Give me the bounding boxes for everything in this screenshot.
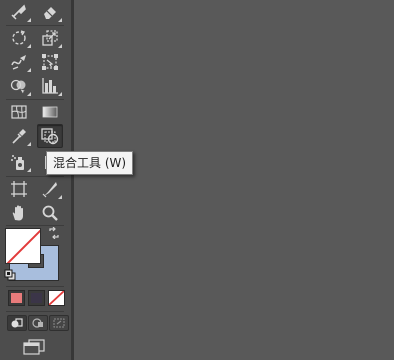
tool-group-indicator	[27, 168, 31, 172]
toolbar-separator	[6, 311, 64, 312]
gradient-swatch	[31, 293, 42, 303]
scale-icon	[41, 29, 59, 47]
draw-normal-icon	[10, 314, 24, 333]
artboard-icon	[10, 180, 28, 198]
tools-panel	[0, 0, 71, 360]
tool-group-indicator	[58, 195, 62, 199]
shaper-tool[interactable]	[7, 1, 31, 23]
graph-tool[interactable]	[38, 75, 62, 97]
none-slash-icon	[6, 229, 40, 263]
warp-icon	[10, 53, 28, 71]
document-canvas[interactable]	[74, 0, 394, 360]
tool-group-indicator	[27, 142, 31, 146]
tool-group-indicator	[58, 44, 62, 48]
free-transform-tool[interactable]	[38, 51, 62, 73]
column-graph-icon	[41, 77, 59, 95]
gradient-tool[interactable]	[38, 101, 62, 123]
free-transform-icon	[41, 53, 59, 71]
draw-inside-icon	[52, 314, 66, 333]
swap-arrows-icon	[48, 227, 60, 239]
slice-tool[interactable]	[38, 178, 62, 200]
hand-tool[interactable]	[7, 202, 31, 224]
warp-tool[interactable]	[7, 51, 31, 73]
color-mode-button[interactable]	[8, 290, 25, 306]
eyedropper-icon	[10, 127, 28, 145]
tool-group-indicator	[27, 92, 31, 96]
tool-group-indicator	[27, 44, 31, 48]
symbol-sprayer-icon	[10, 153, 28, 171]
draw-inside-button[interactable]	[49, 315, 69, 331]
zoom-tool[interactable]	[38, 202, 62, 224]
artboard-tool[interactable]	[7, 178, 31, 200]
tool-tooltip: 混合工具 (W)	[46, 151, 134, 175]
toolbar-separator	[6, 286, 64, 287]
zoom-icon	[41, 204, 59, 222]
shape-builder-tool[interactable]	[7, 75, 31, 97]
mesh-icon	[10, 103, 28, 121]
screen-mode-icon	[22, 338, 46, 356]
none-slash-icon	[49, 291, 64, 305]
tool-group-indicator	[27, 18, 31, 22]
shape-builder-icon	[10, 77, 28, 95]
color-swatch	[11, 293, 22, 303]
default-fill-stroke-button[interactable]	[3, 268, 17, 282]
toolbar-separator	[6, 99, 64, 100]
mesh-tool[interactable]	[7, 101, 31, 123]
rotate-tool[interactable]	[7, 27, 31, 49]
shaper-icon	[10, 3, 28, 21]
none-mode-button[interactable]	[48, 290, 65, 306]
fill-swatch[interactable]	[5, 228, 41, 264]
gradient-icon	[41, 103, 59, 121]
tool-group-indicator	[27, 68, 31, 72]
eraser-tool[interactable]	[38, 1, 62, 23]
toolbar-separator	[6, 176, 64, 177]
default-colors-icon	[4, 269, 16, 281]
scale-tool[interactable]	[38, 27, 62, 49]
blend-tool[interactable]	[37, 124, 63, 148]
eyedropper-tool[interactable]	[7, 125, 31, 147]
rotate-icon	[10, 29, 28, 47]
swap-fill-stroke-button[interactable]	[47, 226, 61, 240]
eraser-icon	[41, 3, 59, 21]
tool-group-indicator	[58, 18, 62, 22]
hand-icon	[10, 204, 28, 222]
symbol-sprayer-tool[interactable]	[7, 151, 31, 173]
draw-behind-icon	[31, 314, 45, 333]
slice-icon	[41, 180, 59, 198]
blend-icon	[40, 127, 60, 145]
toolbar-separator	[6, 25, 64, 26]
screen-mode-button[interactable]	[20, 337, 48, 357]
tool-group-indicator	[58, 92, 62, 96]
draw-behind-button[interactable]	[28, 315, 48, 331]
gradient-mode-button[interactable]	[28, 290, 45, 306]
draw-normal-button[interactable]	[7, 315, 27, 331]
